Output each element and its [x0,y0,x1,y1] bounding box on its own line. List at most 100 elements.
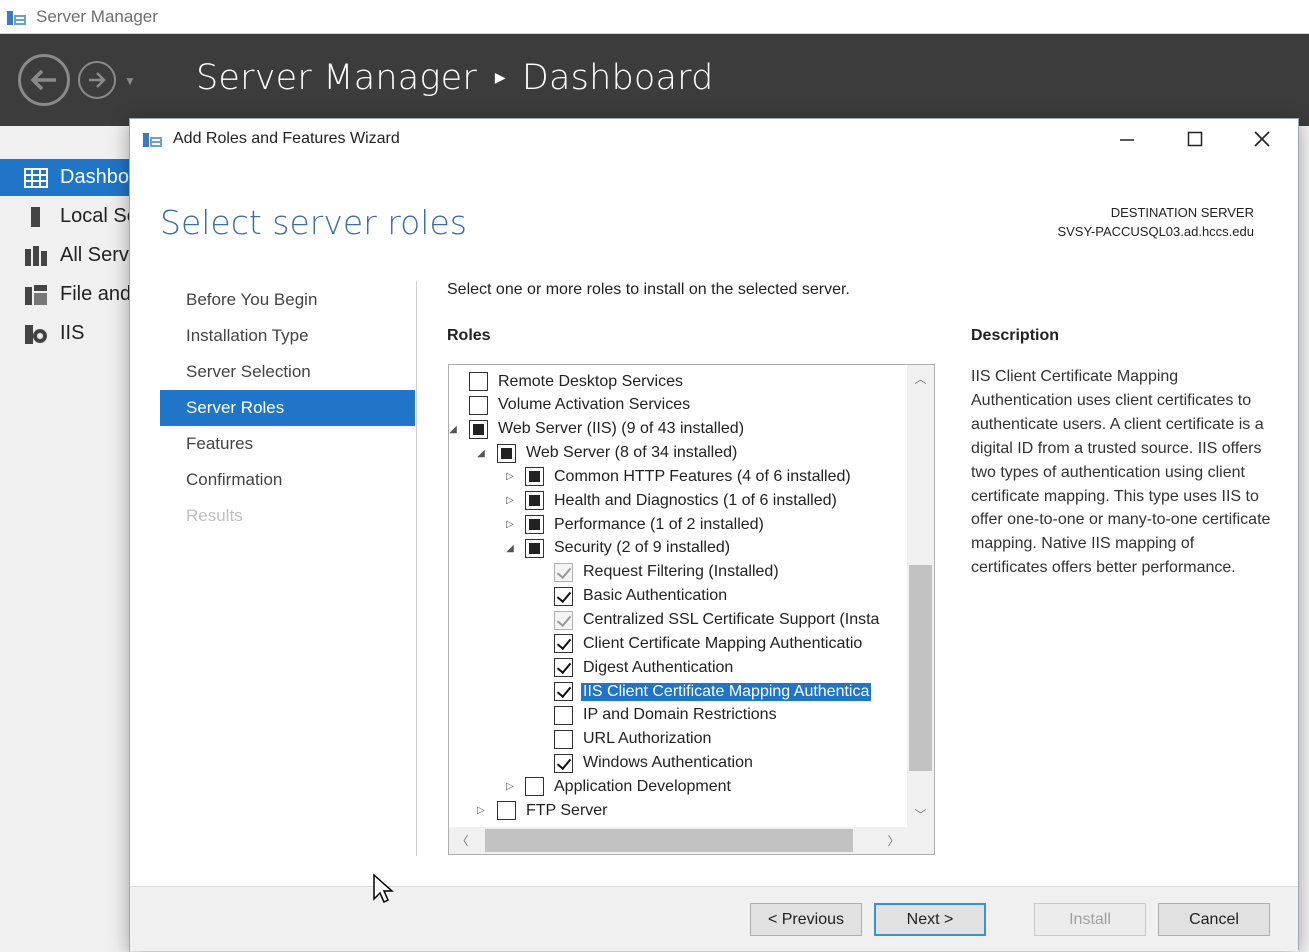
step-confirmation[interactable]: Confirmation [160,462,415,498]
role-checkbox[interactable] [554,753,573,773]
breadcrumb-separator-icon: ▶ [494,70,506,86]
back-button[interactable] [18,54,70,106]
role-label[interactable]: FTP Server [526,802,608,820]
role-checkbox[interactable] [469,395,488,415]
role-label[interactable]: Windows Authentication [583,754,753,772]
role-label[interactable]: Request Filtering (Installed) [583,563,779,581]
role-label[interactable]: Digest Authentication [583,659,733,677]
role-label[interactable]: Client Certificate Mapping Authenticatio [583,635,862,653]
tree-row[interactable]: ◢ Web Server (8 of 34 installed) [477,442,737,465]
previous-button[interactable]: < Previous [750,903,862,936]
role-checkbox[interactable] [554,658,573,678]
tree-row[interactable]: ◢ Web Server (IIS) (9 of 43 installed) [449,418,744,441]
scroll-down-icon[interactable]: ﹀ [907,801,934,827]
tree-expanded-icon[interactable]: ◢ [475,448,487,459]
role-checkbox[interactable] [469,372,488,391]
minimize-icon [1120,139,1134,141]
scroll-left-icon[interactable]: 〈 [449,827,476,854]
close-button[interactable] [1230,119,1294,159]
role-checkbox[interactable] [525,538,544,558]
tree-row[interactable]: IIS Client Certificate Mapping Authentic… [554,680,872,703]
role-checkbox[interactable] [497,801,516,821]
role-label[interactable]: Web Server (IIS) (9 of 43 installed) [498,420,744,438]
roles-tree-viewport: Remote Desktop Services Volume Activation… [449,365,907,827]
scroll-right-icon[interactable]: 〉 [880,827,907,854]
server-manager-sidebar: Dashboard Local Server All Servers File … [0,126,130,952]
role-label[interactable]: Remote Desktop Services [498,373,683,391]
role-label[interactable]: Centralized SSL Certificate Support (Ins… [583,611,879,629]
step-installation-type[interactable]: Installation Type [160,318,415,354]
role-checkbox[interactable] [554,586,573,606]
role-label[interactable]: Common HTTP Features (4 of 6 installed) [554,468,851,486]
sidebar-item-iis[interactable]: IIS [0,315,130,352]
tree-collapsed-icon[interactable]: ▷ [504,781,516,792]
tree-row[interactable]: IP and Domain Restrictions [554,704,777,727]
role-checkbox[interactable] [554,634,573,654]
horizontal-scrollbar[interactable]: 〈 〉 [449,827,907,854]
role-label[interactable]: Health and Diagnostics (1 of 6 installed… [554,492,837,510]
role-label[interactable]: Application Development [554,778,731,796]
tree-row[interactable]: ▷ Performance (1 of 2 installed) [506,513,764,536]
sidebar-item-local-server[interactable]: Local Server [0,198,130,235]
scroll-up-icon[interactable]: ︿ [907,365,934,391]
tree-row[interactable]: Volume Activation Services [469,394,690,417]
horizontal-scroll-thumb[interactable] [485,829,853,852]
tree-row[interactable]: Centralized SSL Certificate Support (Ins… [554,609,879,632]
tree-row[interactable]: Remote Desktop Services [469,370,683,393]
role-label[interactable]: Security (2 of 9 installed) [554,539,730,557]
role-checkbox[interactable] [469,419,488,439]
sidebar-item-file-storage[interactable]: File and Storage Services [0,276,130,313]
vertical-scrollbar[interactable]: ︿ ﹀ [907,365,934,827]
tree-row[interactable]: ▷ Health and Diagnostics (1 of 6 installe… [506,489,837,512]
tree-collapsed-icon[interactable]: ▷ [504,519,516,530]
role-checkbox[interactable] [554,682,573,702]
tree-collapsed-icon[interactable]: ▷ [475,805,487,816]
role-label[interactable]: Web Server (8 of 34 installed) [526,444,737,462]
history-dropdown-icon[interactable]: ▼ [124,74,136,88]
role-checkbox[interactable] [497,443,516,463]
maximize-button[interactable] [1163,119,1227,159]
vertical-scroll-thumb[interactable] [909,565,932,771]
tree-row[interactable]: ▷ Application Development [506,775,731,798]
sidebar-item-all-servers[interactable]: All Servers [0,237,130,274]
tree-row[interactable]: Request Filtering (Installed) [554,561,779,584]
tree-expanded-icon[interactable]: ◢ [449,424,459,435]
role-checkbox[interactable] [525,467,544,487]
cancel-button[interactable]: Cancel [1158,903,1270,936]
step-before-you-begin[interactable]: Before You Begin [160,282,415,318]
tree-row[interactable]: Windows Authentication [554,752,753,775]
role-checkbox[interactable] [554,705,573,725]
next-button[interactable]: Next > [874,903,986,936]
tree-row[interactable]: Digest Authentication [554,656,733,679]
tree-collapsed-icon[interactable]: ▷ [504,495,516,506]
forward-button[interactable] [78,61,116,99]
step-server-roles[interactable]: Server Roles [160,390,415,426]
tree-row[interactable]: Basic Authentication [554,585,727,608]
tree-row[interactable]: Client Certificate Mapping Authenticatio [554,632,862,655]
sidebar-item-dashboard[interactable]: Dashboard [0,159,130,196]
wizard-title: Add Roles and Features Wizard [173,130,400,147]
step-server-selection[interactable]: Server Selection [160,354,415,390]
wizard-steps-nav: Before You Begin Installation Type Serve… [160,282,415,534]
minimize-button[interactable] [1095,119,1159,159]
role-checkbox[interactable] [525,515,544,535]
step-features[interactable]: Features [160,426,415,462]
roles-tree[interactable]: Remote Desktop Services Volume Activation… [448,364,935,855]
role-label[interactable]: IIS Client Certificate Mapping Authentic… [581,682,872,701]
role-label[interactable]: Performance (1 of 2 installed) [554,516,764,534]
tree-row[interactable]: ◢ Security (2 of 9 installed) [506,537,730,560]
tree-row[interactable]: ▷ FTP Server [477,799,608,822]
role-label[interactable]: URL Authorization [583,730,711,748]
tree-row[interactable]: ▷ Common HTTP Features (4 of 6 installed) [506,465,851,488]
role-checkbox[interactable] [525,777,544,797]
tree-collapsed-icon[interactable]: ▷ [504,471,516,482]
role-label[interactable]: Basic Authentication [583,587,727,605]
instruction-text: Select one or more roles to install on t… [447,281,850,298]
role-checkbox[interactable] [554,729,573,749]
tree-row[interactable]: URL Authorization [554,728,711,751]
dashboard-icon [24,167,48,188]
role-checkbox[interactable] [525,491,544,511]
role-label[interactable]: IP and Domain Restrictions [583,706,777,724]
role-label[interactable]: Volume Activation Services [498,396,690,414]
tree-expanded-icon[interactable]: ◢ [504,543,516,554]
